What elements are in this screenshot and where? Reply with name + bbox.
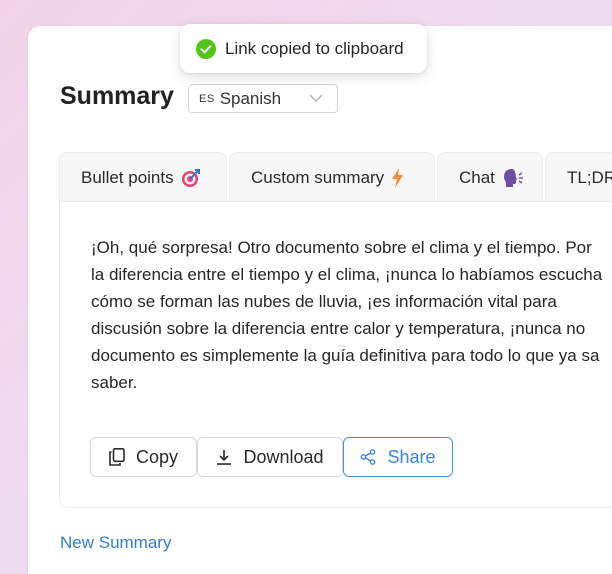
language-select[interactable]: ES Spanish (188, 84, 338, 113)
tab-label: Chat (459, 167, 495, 187)
tab-custom-summary[interactable]: Custom summary (229, 152, 435, 202)
target-icon (181, 168, 201, 188)
language-name: Spanish (219, 88, 282, 108)
check-circle-icon (196, 38, 216, 59)
tab-chat[interactable]: Chat (437, 152, 543, 202)
tab-tldr[interactable]: TL;DR (545, 152, 612, 202)
toast-notification: Link copied to clipboard (180, 24, 427, 73)
new-summary-link[interactable]: New Summary (60, 533, 171, 553)
share-icon (360, 449, 376, 465)
summary-line: cómo se forman las nubes de lluvia, ¡es … (91, 292, 557, 311)
page-title: Summary (60, 82, 174, 110)
summary-text: ¡Oh, qué sorpresa! Otro documento sobre … (91, 234, 612, 396)
summary-line: documento es simplemente la guía definit… (91, 346, 600, 365)
summary-line: discusión sobre la diferencia entre calo… (91, 319, 586, 338)
chevron-down-icon (309, 93, 323, 103)
language-code: ES (199, 92, 215, 105)
download-button[interactable]: Download (197, 437, 343, 477)
copy-icon (109, 448, 125, 466)
share-button[interactable]: Share (343, 437, 453, 477)
tab-bullet-points[interactable]: Bullet points (59, 152, 227, 202)
lightning-icon (391, 167, 405, 188)
tab-label: TL;DR (567, 167, 612, 187)
tab-label: Bullet points (81, 167, 174, 187)
tab-label: Custom summary (251, 167, 385, 187)
download-icon (216, 449, 232, 465)
share-label: Share (387, 446, 436, 467)
speaking-head-icon (502, 168, 524, 188)
summary-line: ¡Oh, qué sorpresa! Otro documento sobre … (91, 238, 592, 257)
copy-button[interactable]: Copy (90, 437, 197, 477)
summary-line: la diferencia entre el tiempo y el clima… (91, 265, 603, 284)
download-label: Download (243, 446, 324, 467)
summary-line: saber. (91, 373, 138, 392)
copy-label: Copy (135, 446, 179, 467)
toast-message: Link copied to clipboard (225, 38, 404, 58)
